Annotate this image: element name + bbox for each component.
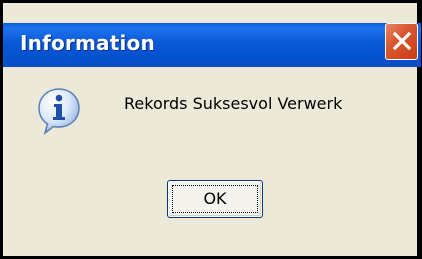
title-bar[interactable]: Information — [3, 23, 421, 67]
message-text: Rekords Suksesvol Verwerk — [124, 94, 343, 113]
dialog-body: Rekords Suksesvol Verwerk OK — [3, 67, 417, 255]
ok-button[interactable]: OK — [167, 180, 263, 218]
window-title: Information — [20, 31, 155, 55]
close-icon — [392, 31, 412, 51]
ok-button-label: OK — [203, 189, 227, 208]
information-dialog: Information Rekords Suksesvol Verwerk OK — [0, 0, 422, 259]
information-icon — [38, 88, 80, 135]
close-button[interactable] — [385, 23, 418, 60]
